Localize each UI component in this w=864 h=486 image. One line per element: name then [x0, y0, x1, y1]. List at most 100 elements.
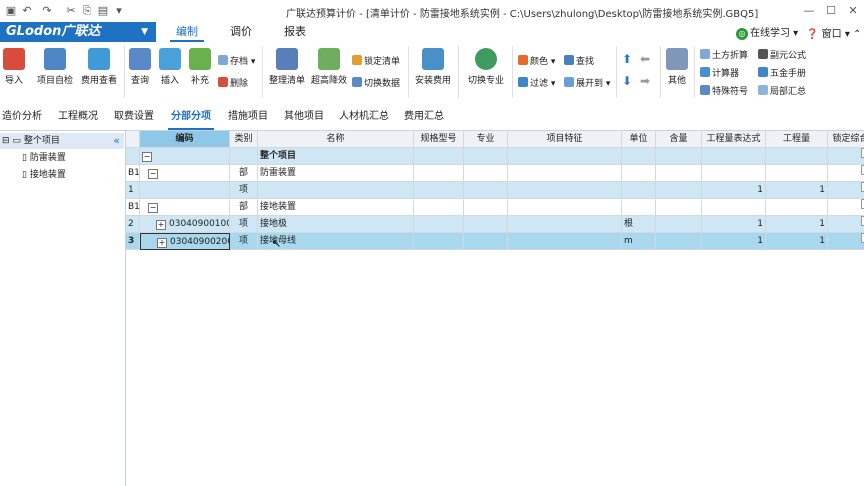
spec-cell[interactable] [414, 148, 464, 165]
redo-icon[interactable]: ↷ [40, 4, 54, 18]
major-cell[interactable] [464, 216, 508, 233]
name-cell[interactable]: 防雷装置 [258, 165, 414, 182]
super-quota-button[interactable]: 超高降效 [310, 48, 348, 86]
qty-expr-cell[interactable]: 1 [702, 233, 766, 250]
column-header-unit[interactable]: 单位 [622, 131, 656, 148]
undo-icon[interactable]: ↶ [20, 4, 34, 18]
tab-project-overview[interactable]: 工程概况 [56, 104, 100, 130]
qty-expr-cell[interactable]: 1 [702, 216, 766, 233]
tab-sub-items[interactable]: 分部分项 [168, 104, 214, 130]
save-icon[interactable]: ▣ [4, 4, 18, 18]
formula-button[interactable]: 副元公式 [758, 48, 806, 61]
query-button[interactable]: 查询 [128, 48, 152, 86]
code-cell[interactable]: +030409001001 [140, 216, 230, 233]
content-cell[interactable] [656, 233, 702, 250]
move-up-icon[interactable]: ⬆ [622, 52, 632, 66]
spec-cell[interactable] [414, 233, 464, 250]
features-cell[interactable] [508, 216, 622, 233]
qty-cell[interactable]: 1 [766, 233, 828, 250]
window-menu[interactable]: ❓ 窗口 ▾ ⌃ [806, 25, 861, 40]
major-cell[interactable] [464, 148, 508, 165]
calculator-button[interactable]: 计算器 [700, 66, 739, 79]
major-cell[interactable] [464, 165, 508, 182]
tab-cost-analysis[interactable]: 造价分析 [0, 104, 44, 130]
unit-cell[interactable] [622, 182, 656, 199]
special-symbol-button[interactable]: 特殊符号 [700, 84, 748, 97]
move-right-icon[interactable]: ➡ [640, 74, 650, 88]
qty-cell[interactable] [766, 148, 828, 165]
unit-cell[interactable]: 根 [622, 216, 656, 233]
column-header-content[interactable]: 含量 [656, 131, 702, 148]
lock-cell[interactable] [828, 182, 864, 199]
fee-view-button[interactable]: 费用查看 [80, 48, 118, 86]
column-header-major[interactable]: 专业 [464, 131, 508, 148]
column-header-code[interactable]: 编码 [140, 131, 230, 148]
lock-cell[interactable] [828, 216, 864, 233]
tab-measures[interactable]: 措施项目 [226, 104, 270, 130]
maximize-icon[interactable]: ☐ [822, 3, 840, 19]
column-header-features[interactable]: 项目特征 [508, 131, 622, 148]
qty-cell[interactable]: 1 [766, 182, 828, 199]
column-header-qty[interactable]: 工程量 [766, 131, 828, 148]
type-cell[interactable]: 项 [230, 216, 258, 233]
import-button[interactable]: 导入 [2, 48, 26, 86]
tab-other-items[interactable]: 其他项目 [282, 104, 326, 130]
qty-cell[interactable]: 1 [766, 216, 828, 233]
other-button[interactable]: 其他 [664, 48, 690, 86]
qty-expr-cell[interactable] [702, 165, 766, 182]
features-cell[interactable] [508, 182, 622, 199]
qty-expr-cell[interactable] [702, 148, 766, 165]
manual-button[interactable]: 五金手册 [758, 66, 806, 79]
unit-cell[interactable] [622, 148, 656, 165]
close-icon[interactable]: ✕ [844, 3, 862, 19]
collapse-row-icon[interactable]: − [148, 203, 158, 213]
menu-tab-adjust-price[interactable]: 调价 [224, 22, 258, 42]
color-button[interactable]: 颜色 ▾ [518, 54, 555, 67]
qty-expr-cell[interactable] [702, 199, 766, 216]
content-cell[interactable] [656, 182, 702, 199]
menu-tab-report[interactable]: 报表 [278, 22, 312, 42]
type-cell[interactable]: 部 [230, 199, 258, 216]
tab-fee-summary[interactable]: 费用汇总 [402, 104, 446, 130]
quick-access-dropdown-icon[interactable]: ▾ [112, 4, 126, 18]
unit-cell[interactable] [622, 165, 656, 182]
move-down-icon[interactable]: ⬇ [622, 74, 632, 88]
type-cell[interactable]: 部 [230, 165, 258, 182]
collapse-row-icon[interactable]: − [142, 152, 152, 162]
code-cell[interactable] [140, 182, 230, 199]
major-cell[interactable] [464, 233, 508, 250]
move-left-icon[interactable]: ⬅ [640, 52, 650, 66]
name-cell[interactable]: 接地极 [258, 216, 414, 233]
name-cell[interactable]: 整个项目 [258, 148, 414, 165]
copy-icon[interactable]: ⎘ [80, 4, 94, 18]
save-archive-button[interactable]: 存档 ▾ [218, 54, 255, 67]
convert-data-button[interactable]: 切换数据 [352, 76, 400, 89]
delete-button[interactable]: 删除 [218, 76, 248, 89]
tree-item-whole-project[interactable]: ⊟ ▭ 整个项目 « [0, 133, 124, 149]
major-cell[interactable] [464, 199, 508, 216]
tree-item-lightning-protection[interactable]: ▯ 防雷装置 [0, 150, 124, 166]
collapse-panel-icon[interactable]: « [113, 133, 120, 149]
name-cell[interactable] [258, 182, 414, 199]
tab-fee-settings[interactable]: 取费设置 [112, 104, 156, 130]
features-cell[interactable] [508, 148, 622, 165]
logo-dropdown-icon[interactable]: ▼ [141, 22, 148, 42]
type-cell[interactable]: 项 [230, 233, 258, 250]
unit-cell[interactable] [622, 199, 656, 216]
column-header-qty-expr[interactable]: 工程量表达式 [702, 131, 766, 148]
column-header-type[interactable]: 类别 [230, 131, 258, 148]
unit-cell[interactable]: m [622, 233, 656, 250]
tree-collapse-toggle-icon[interactable]: ⊟ [2, 136, 10, 146]
app-logo[interactable]: GLodon广联达 ▼ [0, 22, 156, 42]
code-cell[interactable]: − [140, 148, 230, 165]
project-check-button[interactable]: 项目自检 [36, 48, 74, 86]
collapse-row-icon[interactable]: − [148, 169, 158, 179]
online-learning[interactable]: ◎ 在线学习 ▾ [736, 24, 798, 40]
paste-icon[interactable]: ▤ [96, 4, 110, 18]
column-header-name[interactable]: 名称 [258, 131, 414, 148]
expand-row-icon[interactable]: + [157, 238, 167, 248]
minimize-icon[interactable]: — [800, 3, 818, 19]
code-cell[interactable]: − [140, 199, 230, 216]
lock-cell[interactable] [828, 148, 864, 165]
insert-button[interactable]: 插入 [158, 48, 182, 86]
